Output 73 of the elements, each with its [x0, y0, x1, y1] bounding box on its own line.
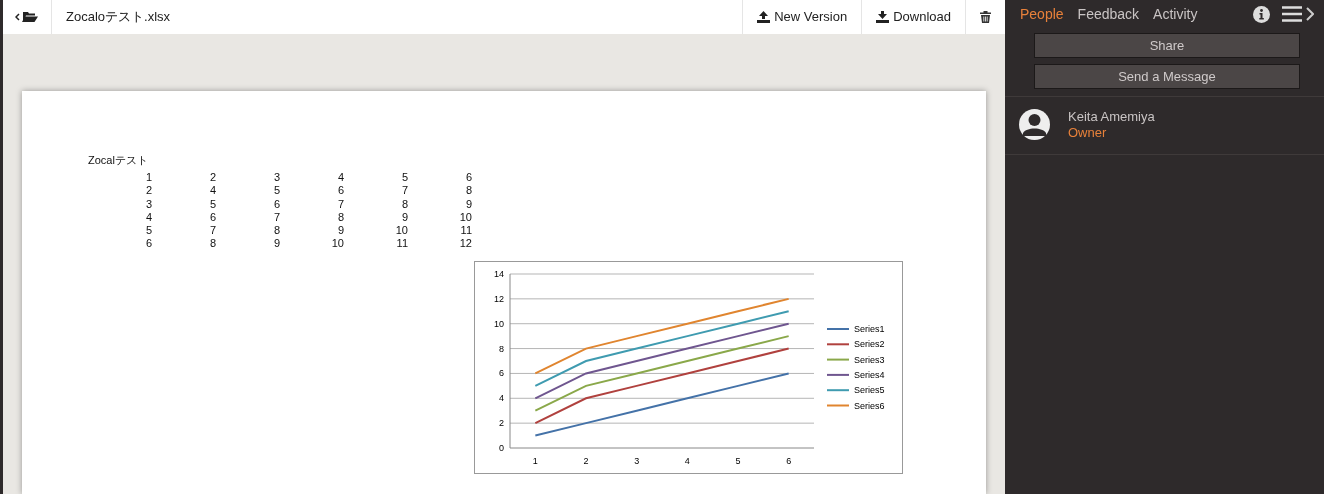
sheet-cell: 3 — [145, 197, 152, 210]
send-message-button[interactable]: Send a Message — [1034, 64, 1300, 89]
axis-tick-label: 10 — [494, 318, 504, 329]
sidebar-tab[interactable]: Feedback — [1077, 3, 1140, 25]
sheet-cell: 8 — [465, 184, 472, 197]
sheet-cell: 11 — [396, 237, 408, 250]
sheet-cell: 6 — [273, 197, 280, 210]
sheet-cell: 7 — [209, 224, 216, 237]
sheet-cell: 10 — [395, 224, 408, 237]
sheet-cell: 4 — [337, 171, 344, 183]
sheet-cell: 9 — [401, 210, 408, 223]
sheet-cell: 6 — [209, 210, 216, 223]
menu-button[interactable] — [1282, 6, 1314, 22]
legend-label: Series5 — [854, 385, 885, 395]
download-icon — [876, 11, 890, 23]
legend-label: Series2 — [854, 339, 885, 350]
axis-tick-label: 12 — [494, 293, 504, 304]
sheet-cell: 7 — [337, 197, 344, 210]
sheet-cell: 11 — [460, 224, 472, 237]
sheet-cell: 9 — [273, 237, 280, 250]
sheet-cell: 8 — [401, 197, 408, 210]
info-button[interactable] — [1253, 5, 1270, 23]
sheet-cell: 1 — [145, 171, 152, 183]
legend-label: Series6 — [854, 400, 885, 411]
axis-tick-label: 8 — [499, 343, 504, 354]
axis-tick-label: 4 — [499, 393, 504, 404]
axis-tick-label: 6 — [499, 368, 504, 379]
axis-tick-label: 14 — [494, 268, 504, 279]
person-role: Owner — [1068, 125, 1108, 141]
sheet-cell: 5 — [401, 171, 408, 183]
sidebar-tab[interactable]: People — [1020, 3, 1064, 25]
avatar-icon — [1019, 109, 1050, 140]
sheet-cell: 4 — [145, 210, 152, 223]
sheet-cell: 10 — [331, 237, 344, 250]
person-name: Keita Amemiya — [1068, 109, 1155, 125]
sheet-cell: 8 — [337, 210, 344, 223]
axis-tick-label: 3 — [634, 455, 640, 466]
axis-tick-label: 2 — [499, 417, 504, 428]
sheet-cell: 6 — [465, 171, 472, 183]
axis-tick-label: 6 — [786, 455, 792, 466]
sheet-cell: 5 — [209, 197, 216, 210]
sheet-cell: 7 — [401, 184, 408, 197]
sheet-cell: 7 — [273, 210, 280, 223]
sheet-cell: 2 — [209, 171, 216, 183]
sheet-cell: 10 — [459, 210, 472, 223]
legend-label: Series4 — [854, 369, 885, 380]
axis-tick-label: 0 — [499, 442, 504, 453]
sheet-cell: 5 — [145, 224, 152, 237]
info-icon — [1253, 5, 1270, 23]
sheet-cell: 12 — [459, 237, 472, 250]
trash-icon — [980, 11, 991, 23]
sheet-cell: 6 — [145, 237, 152, 250]
axis-tick-label: 5 — [735, 455, 741, 466]
sheet-cell: 6 — [337, 184, 344, 197]
legend-label: Series3 — [854, 354, 885, 365]
sheet-cell: 2 — [145, 184, 152, 197]
sheet-cell: 4 — [209, 184, 216, 197]
sheet-cell: 5 — [273, 184, 280, 197]
folder-icon — [15, 11, 39, 23]
sheet-cell: 9 — [337, 224, 344, 237]
legend-label: Series1 — [854, 323, 885, 334]
sheet-title: Zocalテスト — [88, 154, 148, 168]
sheet-cell: 9 — [465, 197, 472, 210]
share-button[interactable]: Share — [1034, 33, 1300, 58]
axis-tick-label: 1 — [532, 455, 538, 466]
upload-icon — [757, 11, 771, 23]
axis-tick-label: 4 — [684, 455, 690, 466]
axis-tick-label: 2 — [583, 455, 589, 466]
menu-icon — [1282, 6, 1314, 22]
sheet-cell: 3 — [273, 171, 280, 183]
sidebar-tab[interactable]: Activity — [1153, 3, 1198, 25]
sheet-cell: 8 — [209, 237, 216, 250]
sheet-cell: 8 — [273, 224, 280, 237]
